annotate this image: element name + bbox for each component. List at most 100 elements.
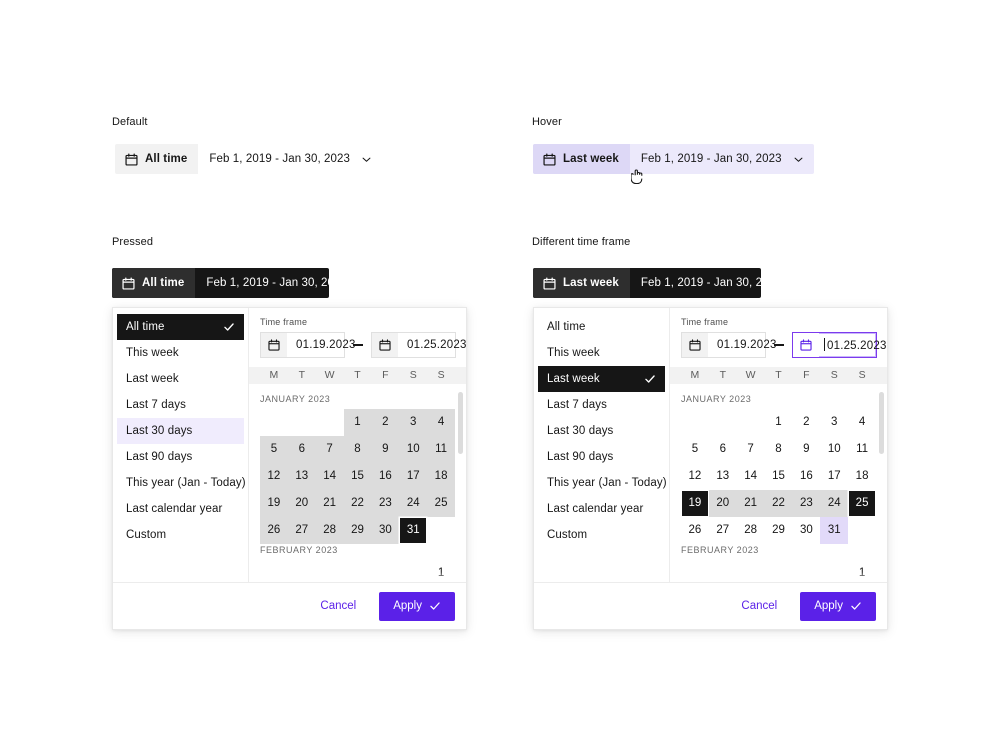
preset-item-last-7-days[interactable]: Last 7 days (538, 392, 665, 418)
preset-item-last-calendar-year[interactable]: Last calendar year (538, 496, 665, 522)
trigger-chip[interactable]: Last week (533, 144, 630, 174)
end-date-input[interactable]: 01.25.2023 (792, 332, 886, 358)
day-cell[interactable]: 30 (371, 516, 400, 544)
preset-item-last-calendar-year[interactable]: Last calendar year (117, 496, 244, 522)
day-cell[interactable]: 5 (260, 435, 288, 463)
day-cell[interactable]: 10 (399, 435, 428, 463)
day-cell[interactable]: 19 (681, 489, 709, 517)
day-cell[interactable]: 29 (765, 517, 793, 544)
day-cell[interactable]: 14 (315, 462, 344, 490)
day-cell[interactable]: 7 (737, 436, 765, 463)
trigger-chip[interactable]: All time (112, 268, 196, 298)
day-cell[interactable]: 20 (287, 489, 316, 517)
calendar-icon[interactable] (682, 333, 708, 357)
day-cell[interactable]: 12 (260, 462, 288, 490)
day-cell[interactable]: 3 (399, 408, 428, 436)
day-cell[interactable]: 6 (287, 435, 316, 463)
preset-item-last-week[interactable]: Last week (117, 366, 244, 392)
date-range-trigger-pressed[interactable]: All time Feb 1, 2019 - Jan 30, 2023 (112, 268, 329, 298)
day-cell[interactable]: 8 (765, 436, 793, 463)
day-cell[interactable]: 31 (399, 517, 427, 544)
calendar-scroll-left[interactable]: JANUARY 2023 1 2 3 4 5 6 7 8 9 10 11 12 13 14 15 16 17 18 1… (249, 383, 466, 582)
preset-item-all-time[interactable]: All time (117, 314, 244, 340)
day-cell[interactable]: 24 (820, 489, 849, 517)
date-range-trigger-different[interactable]: Last week Feb 1, 2019 - Jan 30, 2023 (533, 268, 761, 298)
day-cell[interactable]: 9 (371, 435, 400, 463)
preset-item-this-year-jan-today[interactable]: This year (Jan - Today) (538, 470, 667, 496)
preset-item-custom[interactable]: Custom (538, 522, 665, 548)
day-cell[interactable]: 9 (792, 436, 820, 463)
day-cell[interactable]: 6 (709, 436, 737, 463)
day-cell[interactable]: 27 (287, 516, 316, 544)
preset-item-this-week[interactable]: This week (117, 340, 244, 366)
day-cell[interactable]: 13 (287, 462, 316, 490)
day-cell[interactable]: 15 (765, 463, 793, 490)
start-date-input[interactable]: 01.19.2023 (260, 332, 355, 358)
trigger-range[interactable]: Feb 1, 2019 - Jan 30, 2023 (630, 144, 814, 174)
day-cell[interactable]: 21 (315, 489, 344, 517)
day-cell[interactable]: 23 (371, 489, 400, 517)
preset-item-last-30-days[interactable]: Last 30 days (117, 418, 244, 444)
day-cell[interactable]: 17 (399, 462, 428, 490)
trigger-range[interactable]: Feb 1, 2019 - Jan 30, 2023 (198, 144, 382, 174)
day-cell[interactable]: 25 (848, 489, 876, 517)
date-range-trigger-hover[interactable]: Last week Feb 1, 2019 - Jan 30, 2023 (533, 144, 814, 174)
day-cell[interactable]: 5 (681, 436, 709, 463)
day-cell[interactable]: 12 (681, 463, 709, 490)
preset-list-right[interactable]: All time This week Last week Last 7 days Las… (534, 308, 670, 582)
day-cell[interactable]: 11 (848, 436, 876, 463)
day-cell[interactable]: 13 (709, 463, 737, 490)
day-cell[interactable]: 27 (709, 517, 737, 544)
preset-item-all-time[interactable]: All time (538, 314, 665, 340)
day-cell[interactable]: 23 (792, 489, 821, 517)
day-cell[interactable]: 28 (737, 517, 765, 544)
preset-item-last-90-days[interactable]: Last 90 days (538, 444, 665, 470)
day-cell[interactable]: 4 (848, 409, 876, 436)
day-cell[interactable]: 2 (792, 409, 820, 436)
cancel-button[interactable]: Cancel (732, 594, 786, 618)
day-cell[interactable]: 22 (343, 489, 372, 517)
day-cell[interactable]: 11 (427, 435, 455, 463)
day-cell[interactable]: 10 (820, 436, 848, 463)
day-cell[interactable]: 15 (343, 462, 372, 490)
day-cell[interactable]: 28 (315, 516, 344, 544)
day-cell[interactable]: 16 (792, 463, 820, 490)
calendar-scrollbar[interactable] (879, 391, 884, 454)
calendar-icon[interactable] (261, 333, 287, 357)
day-cell[interactable]: 21 (736, 489, 765, 517)
preset-item-this-week[interactable]: This week (538, 340, 665, 366)
end-date-input[interactable]: 01.25.2023 (371, 332, 466, 358)
preset-item-custom[interactable]: Custom (117, 522, 244, 548)
date-range-trigger-default[interactable]: All time Feb 1, 2019 - Jan 30, 2023 (115, 144, 382, 174)
day-cell[interactable]: 18 (848, 463, 876, 490)
preset-item-last-week[interactable]: Last week (538, 366, 665, 392)
preset-item-last-7-days[interactable]: Last 7 days (117, 392, 244, 418)
day-cell[interactable]: 18 (427, 462, 455, 490)
day-cell[interactable]: 29 (343, 516, 372, 544)
day-cell[interactable]: 22 (764, 489, 793, 517)
trigger-chip[interactable]: Last week (533, 268, 630, 298)
day-cell[interactable]: 19 (260, 489, 288, 517)
apply-button[interactable]: Apply (379, 591, 455, 621)
day-cell[interactable]: 8 (343, 435, 372, 463)
day-cell[interactable]: 20 (708, 489, 737, 517)
calendar-icon[interactable] (793, 333, 819, 357)
day-cell[interactable]: 25 (427, 489, 455, 517)
day-cell[interactable]: 3 (820, 409, 848, 436)
day-cell[interactable]: 7 (315, 435, 344, 463)
day-cell[interactable]: 16 (371, 462, 400, 490)
day-cell[interactable]: 2 (371, 408, 400, 436)
cancel-button[interactable]: Cancel (311, 594, 365, 618)
day-cell[interactable]: 26 (260, 516, 288, 544)
day-cell[interactable]: 24 (399, 489, 428, 517)
start-date-input[interactable]: 01.19.2023 (681, 332, 776, 358)
day-cell[interactable]: 17 (820, 463, 848, 490)
trigger-chip[interactable]: All time (115, 144, 199, 174)
preset-list-left[interactable]: All time This week Last week Last 7 days Las… (113, 308, 249, 582)
trigger-range[interactable]: Feb 1, 2019 - Jan 30, 2023 (630, 268, 761, 298)
day-cell[interactable]: 1 (765, 409, 793, 436)
day-cell[interactable]: 30 (792, 517, 820, 544)
day-cell[interactable]: 4 (427, 408, 455, 436)
calendar-icon[interactable] (372, 333, 398, 357)
day-cell[interactable]: 14 (737, 463, 765, 490)
